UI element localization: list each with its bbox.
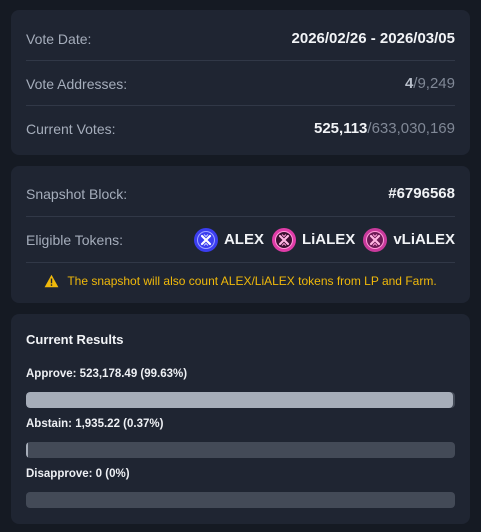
token-lialex: LiALEX: [271, 227, 356, 252]
eligible-tokens-list: ALEX LiALEX vLiALEX: [193, 227, 455, 252]
current-votes-row: Current Votes: 525,113/633,030,169: [26, 106, 455, 151]
snapshot-warning: The snapshot will also count ALEX/LiALEX…: [26, 266, 455, 296]
results-title: Current Results: [26, 332, 124, 347]
token-name: ALEX: [223, 231, 264, 248]
current-votes-total: /633,030,169: [367, 120, 455, 137]
vote-addresses-value: 4/9,249: [405, 75, 455, 92]
disapprove-bar: [26, 492, 455, 508]
alex-token-icon: [193, 227, 218, 252]
approve-bar: [26, 392, 455, 408]
token-vlialex: vLiALEX: [363, 227, 455, 252]
vote-date-row: Vote Date: 2026/02/26 - 2026/03/05: [26, 16, 455, 61]
divider: [26, 262, 455, 263]
disapprove-label: Disapprove: 0 (0%): [26, 468, 130, 480]
vote-addresses-row: Vote Addresses: 4/9,249: [26, 61, 455, 106]
abstain-bar: [26, 442, 455, 458]
vote-addresses-label: Vote Addresses:: [26, 75, 128, 92]
vote-date-value: 2026/02/26 - 2026/03/05: [291, 30, 455, 47]
snapshot-block-row: Snapshot Block: #6796568: [26, 171, 455, 216]
current-votes-count: 525,113: [314, 120, 368, 137]
snapshot-block-value: #6796568: [388, 185, 455, 202]
eligible-tokens-row: Eligible Tokens: ALEX LiALEX vLiALEX: [26, 217, 455, 262]
results-card: Current Results Approve: 523,178.49 (99.…: [11, 314, 470, 524]
token-name: vLiALEX: [393, 231, 455, 248]
vlialex-token-icon: [363, 227, 388, 252]
vote-date-label: Vote Date:: [26, 30, 92, 47]
current-votes-value: 525,113/633,030,169: [314, 120, 455, 137]
approve-bar-fill: [26, 392, 454, 408]
current-votes-label: Current Votes:: [26, 120, 116, 137]
abstain-bar-fill: [26, 442, 28, 458]
eligible-tokens-label: Eligible Tokens:: [26, 231, 124, 248]
lialex-token-icon: [271, 227, 296, 252]
token-name: LiALEX: [301, 231, 356, 248]
abstain-label: Abstain: 1,935.22 (0.37%): [26, 418, 164, 430]
snapshot-card: Snapshot Block: #6796568 Eligible Tokens…: [11, 166, 470, 303]
approve-label: Approve: 523,178.49 (99.63%): [26, 368, 188, 380]
warning-icon: [44, 274, 59, 288]
vote-addresses-total: /9,249: [413, 75, 455, 92]
warning-text: The snapshot will also count ALEX/LiALEX…: [67, 274, 437, 288]
snapshot-block-label: Snapshot Block:: [26, 185, 128, 202]
token-alex: ALEX: [193, 227, 264, 252]
vote-info-card: Vote Date: 2026/02/26 - 2026/03/05 Vote …: [11, 10, 470, 155]
